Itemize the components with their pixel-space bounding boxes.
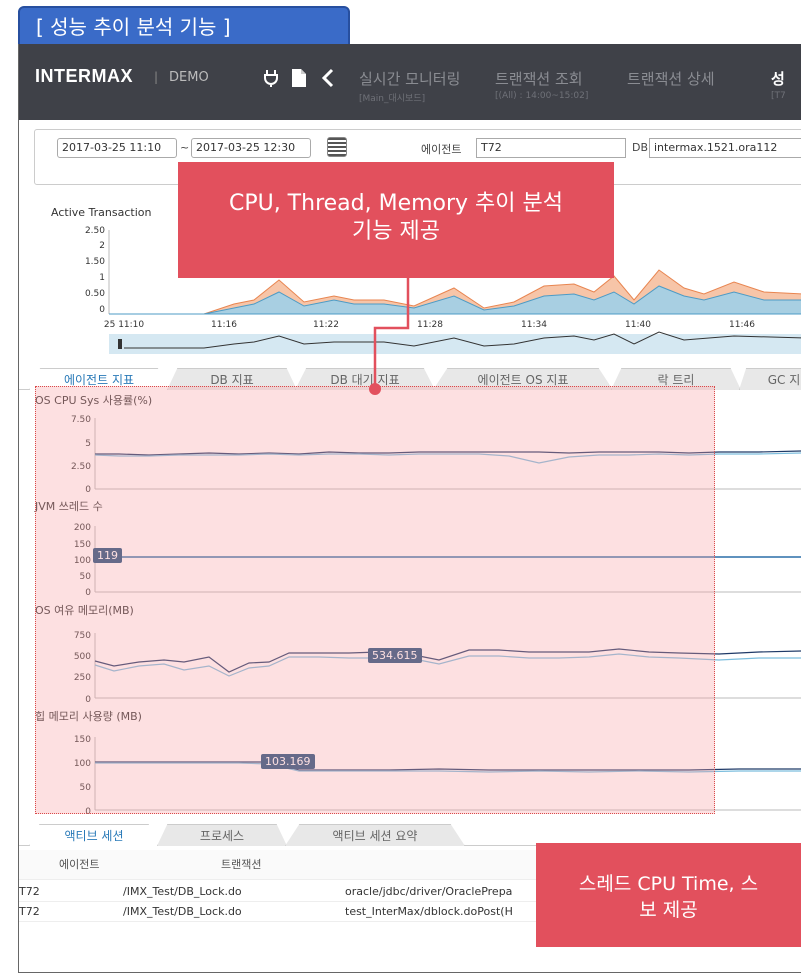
nav-transaction-search[interactable]: 트랜잭션 조회 [(All) : 14:00~15:02] [495,68,588,101]
at-ytick: 2.50 [85,226,105,236]
cell-detail: test_InterMax/dblock.doPost(H [345,905,513,918]
time-navigator[interactable] [109,334,801,354]
col-header-transaction: 트랜잭션 [221,858,262,871]
brand-separator: | [154,70,159,84]
date-range-tilde: ~ [180,141,190,154]
at-xtick: 11:28 [417,320,443,330]
cell-agent: T72 [19,905,40,918]
callout-top-line1: CPU, Thread, Memory 추이 분석 [228,191,564,216]
back-arrow-icon[interactable] [321,68,335,93]
db-label: DB [632,141,649,154]
at-ytick: 2 [99,241,105,251]
metric-highlight-box [35,386,715,814]
navigator-handle[interactable] [118,339,122,349]
nav-performance-trend[interactable]: 성 [T7 [771,68,786,101]
cell-transaction: /IMX_Test/DB_Lock.do [123,885,242,898]
plug-icon[interactable] [261,68,281,93]
at-xtick: 11:22 [313,320,339,330]
at-xtick: 11:40 [625,320,651,330]
top-nav-bar: INTERMAX | DEMO 실시간 모니터링 [Main_대시보드] 트랜잭… [19,44,801,120]
tab-active-session-summary[interactable]: 액티브 세션 요약 [285,824,465,846]
db-input[interactable]: intermax.1521.ora112 [649,138,801,158]
agent-input[interactable]: T72 [476,138,626,158]
callout-bottom-line2: 보 제공 [639,899,698,921]
at-ytick: 0.50 [85,289,105,299]
callout-top: CPU, Thread, Memory 추이 분석 기능 제공 [178,162,614,278]
brand-logo: INTERMAX [35,66,133,86]
at-xtick: 11:16 [211,320,237,330]
nav-realtime-monitoring[interactable]: 실시간 모니터링 [Main_대시보드] [359,68,460,104]
at-ytick: 1 [99,273,105,283]
agent-label: 에이전트 [421,143,462,156]
nav-transaction-detail[interactable]: 트랜잭션 상세 [627,68,715,91]
at-ytick: 1.50 [85,257,105,267]
at-xtick: 11:34 [521,320,547,330]
cell-transaction: /IMX_Test/DB_Lock.do [123,905,242,918]
cell-detail: oracle/jdbc/driver/OraclePrepa [345,885,513,898]
callout-bottom: 스레드 CPU Time, 스 보 제공 [536,843,801,947]
date-from-input[interactable]: 2017-03-25 11:10 [57,138,177,158]
callout-top-line2: 기능 제공 [352,219,440,244]
col-header-agent: 에이전트 [59,858,100,871]
calendar-icon[interactable] [327,137,347,157]
document-icon[interactable] [291,68,307,93]
tab-process[interactable]: 프로세스 [157,824,287,846]
tab-active-session[interactable]: 액티브 세션 [29,824,159,846]
tab-gc[interactable]: GC 지 [739,368,801,390]
brand-subtitle: DEMO [169,70,209,85]
cell-agent: T72 [19,885,40,898]
date-to-input[interactable]: 2017-03-25 12:30 [191,138,311,158]
at-ytick: 0 [99,305,105,315]
at-xtick: 11:46 [729,320,755,330]
callout-bottom-line1: 스레드 CPU Time, 스 [578,873,759,895]
at-xtick: 25 11:10 [104,320,145,330]
